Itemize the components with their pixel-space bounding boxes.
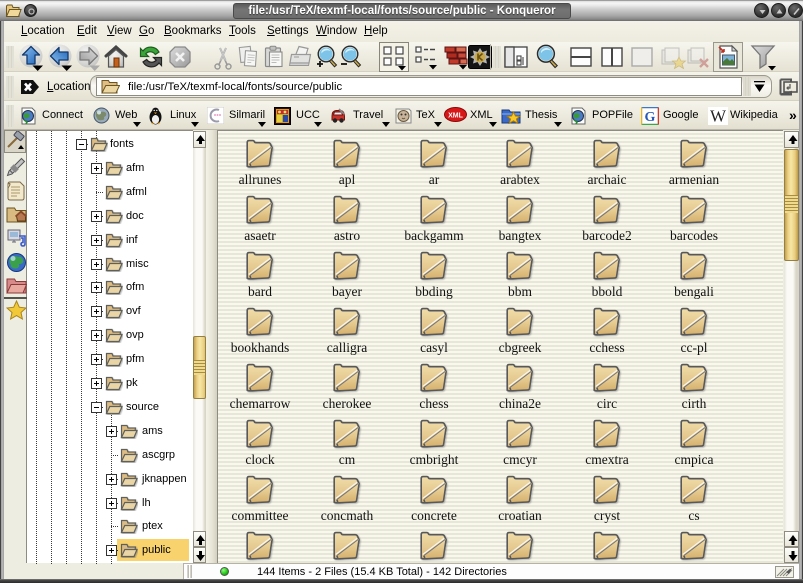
svg-text:W: W [710, 107, 727, 125]
svg-text:XML: XML [448, 113, 464, 120]
svg-text:G: G [645, 110, 656, 125]
